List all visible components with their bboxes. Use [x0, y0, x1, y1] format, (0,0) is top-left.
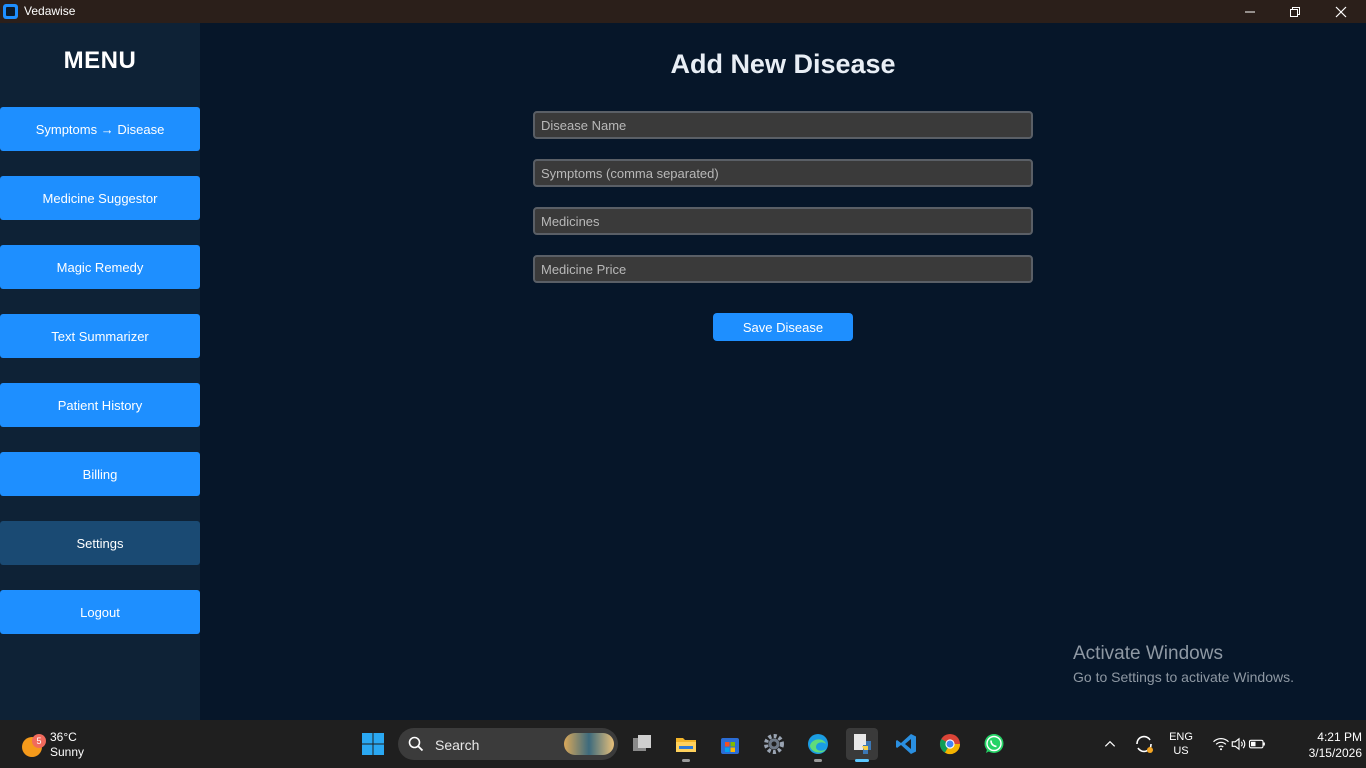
sidebar: MENU Symptoms → Disease Medicine Suggest…	[0, 23, 200, 720]
chrome-button[interactable]	[934, 728, 966, 760]
sidebar-item-medicine-suggestor[interactable]: Medicine Suggestor	[0, 176, 200, 220]
sidebar-item-billing[interactable]: Billing	[0, 452, 200, 496]
sidebar-item-settings[interactable]: Settings	[0, 521, 200, 565]
network-volume-battery[interactable]	[1204, 728, 1274, 760]
edge-browser-button[interactable]	[802, 728, 834, 762]
sidebar-item-symptoms-disease[interactable]: Symptoms → Disease	[0, 107, 200, 151]
sidebar-item-logout[interactable]: Logout	[0, 590, 200, 634]
medicines-input[interactable]	[533, 207, 1033, 235]
task-view-button[interactable]	[626, 728, 658, 760]
taskbar-search[interactable]: Search	[398, 728, 618, 760]
sync-icon	[1136, 735, 1153, 753]
start-button[interactable]	[357, 728, 389, 760]
chrome-icon	[939, 734, 961, 755]
close-button[interactable]	[1318, 0, 1364, 23]
disease-name-input[interactable]	[533, 111, 1033, 139]
search-highlight-image	[564, 733, 614, 755]
language-code: ENG	[1169, 731, 1193, 743]
sidebar-item-text-summarizer[interactable]: Text Summarizer	[0, 314, 200, 358]
weather-temperature: 36°C	[50, 730, 77, 744]
watermark-subtitle: Go to Settings to activate Windows.	[1073, 669, 1294, 685]
settings-gear-icon	[764, 734, 784, 754]
settings-app-button[interactable]	[758, 728, 790, 760]
close-icon	[1335, 6, 1347, 17]
minimize-button[interactable]	[1227, 0, 1273, 23]
weather-condition: Sunny	[50, 745, 85, 759]
page-title: Add New Disease	[670, 49, 896, 79]
active-app-indicator	[855, 759, 869, 762]
search-icon	[408, 736, 424, 752]
weather-widget[interactable]: 5 36°C Sunny	[20, 728, 100, 760]
running-indicator	[814, 759, 822, 762]
whatsapp-button[interactable]	[978, 728, 1010, 760]
restore-icon	[1290, 6, 1300, 17]
system-clock[interactable]: 4:21 PM 3/15/2026	[1286, 729, 1362, 761]
restore-button[interactable]	[1272, 0, 1318, 23]
running-indicator	[682, 759, 690, 762]
show-hidden-icons-button[interactable]	[1094, 728, 1126, 760]
sidebar-item-patient-history[interactable]: Patient History	[0, 383, 200, 427]
language-indicator[interactable]: ENG US	[1164, 730, 1198, 758]
language-region: US	[1173, 745, 1189, 757]
chevron-up-icon	[1104, 740, 1116, 747]
main-content: Add New Disease Save Disease Activate Wi…	[200, 23, 1366, 720]
windows-start-icon	[362, 733, 384, 755]
python-app-icon	[854, 734, 871, 754]
watermark-title: Activate Windows	[1073, 643, 1223, 664]
search-label: Search	[435, 737, 480, 753]
file-explorer-button[interactable]	[670, 728, 702, 762]
task-view-icon	[633, 735, 651, 751]
save-disease-button[interactable]: Save Disease	[713, 313, 853, 341]
clock-time: 4:21 PM	[1317, 730, 1362, 744]
python-app-button[interactable]	[846, 728, 878, 762]
volume-icon	[1231, 737, 1246, 751]
sync-status-button[interactable]	[1128, 728, 1160, 760]
window-title: Vedawise	[24, 4, 76, 18]
battery-icon	[1248, 739, 1265, 749]
edge-browser-icon	[808, 734, 828, 754]
activate-windows-watermark: Activate Windows Go to Settings to activ…	[1073, 643, 1294, 685]
app-icon	[3, 4, 18, 19]
symptoms-input[interactable]	[533, 159, 1033, 187]
microsoft-store-button[interactable]	[714, 728, 746, 760]
wifi-icon	[1213, 738, 1229, 751]
sidebar-item-magic-remedy[interactable]: Magic Remedy	[0, 245, 200, 289]
microsoft-store-icon	[721, 738, 739, 754]
whatsapp-icon	[984, 734, 1004, 753]
notification-badge: 5	[32, 734, 46, 748]
file-explorer-icon	[676, 738, 696, 752]
clock-date: 3/15/2026	[1308, 746, 1362, 760]
minimize-icon	[1245, 11, 1255, 12]
vscode-button[interactable]	[890, 728, 922, 760]
taskbar: 5 36°C Sunny Search ENG US 4:21 PM 3/15/…	[0, 720, 1366, 768]
vscode-icon	[896, 734, 916, 754]
medicine-price-input[interactable]	[533, 255, 1033, 283]
menu-heading: MENU	[63, 47, 137, 74]
title-bar: Vedawise	[0, 0, 1366, 23]
